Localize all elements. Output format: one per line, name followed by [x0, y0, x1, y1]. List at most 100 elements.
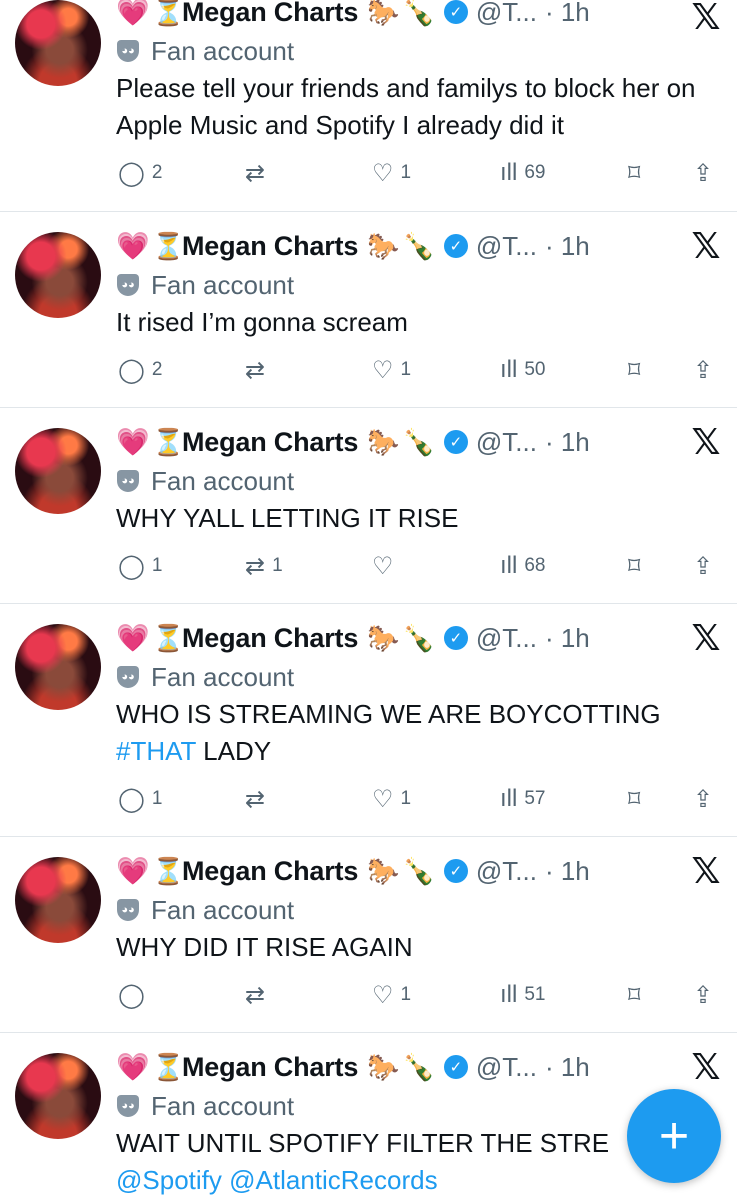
- timestamp[interactable]: · 1h: [545, 1052, 590, 1083]
- avatar[interactable]: [15, 624, 101, 710]
- bookmark-button[interactable]: ⌑: [628, 783, 647, 815]
- tweet[interactable]: 💗 ⏳ Megan Charts 🐎 🍾 ✓ @T... · 1h 𝕏 ◕◕ F…: [0, 604, 737, 836]
- hashtag-link[interactable]: #THAT: [116, 736, 196, 766]
- avatar[interactable]: [15, 0, 101, 86]
- horse-emoji: 🐎: [367, 622, 400, 653]
- tweet[interactable]: 💗 ⏳ Megan Charts 🐎 🍾 ✓ @T... · 1h 𝕏 ◕◕ F…: [0, 0, 737, 211]
- like-count: 1: [400, 359, 412, 380]
- bottle-emoji: 🍾: [402, 1051, 435, 1082]
- reply-icon: ◯: [118, 356, 145, 384]
- author-name[interactable]: Megan Charts: [182, 0, 358, 28]
- share-button[interactable]: ⇪: [693, 783, 720, 815]
- tweet[interactable]: 💗 ⏳ Megan Charts 🐎 🍾 ✓ @T... · 1h 𝕏 ◕◕ F…: [0, 837, 737, 1032]
- author-name[interactable]: Megan Charts: [182, 1052, 358, 1083]
- retweet-icon: ⇄: [245, 552, 266, 580]
- timestamp[interactable]: · 1h: [545, 427, 590, 458]
- compose-button[interactable]: +: [627, 1089, 721, 1183]
- timestamp[interactable]: · 1h: [545, 623, 590, 654]
- timestamp[interactable]: · 1h: [545, 231, 590, 262]
- avatar[interactable]: [15, 1053, 101, 1139]
- like-button[interactable]: ♡ 1: [372, 783, 411, 815]
- author-name[interactable]: Megan Charts: [182, 856, 358, 887]
- mention-link[interactable]: @Spotify: [116, 1165, 222, 1195]
- reply-button[interactable]: ◯ 1: [118, 550, 162, 582]
- timestamp[interactable]: · 1h: [545, 0, 590, 28]
- like-icon: ♡: [372, 981, 394, 1009]
- reply-button[interactable]: ◯ 2: [118, 157, 162, 189]
- retweet-button[interactable]: ⇄ 1: [245, 550, 283, 582]
- mention-link[interactable]: @AtlanticRecords: [229, 1165, 437, 1195]
- tweet-header: 💗 ⏳ Megan Charts 🐎 🍾 ✓ @T... · 1h: [116, 228, 590, 264]
- tweet[interactable]: 💗 ⏳ Megan Charts 🐎 🍾 ✓ @T... · 1h 𝕏 ◕◕ F…: [0, 408, 737, 603]
- author-handle[interactable]: @T...: [476, 856, 537, 887]
- retweet-button[interactable]: ⇄: [245, 783, 272, 815]
- like-button[interactable]: ♡ 1: [372, 354, 411, 386]
- author-handle[interactable]: @T...: [476, 231, 537, 262]
- share-icon: ⇪: [693, 552, 714, 580]
- x-logo-icon[interactable]: 𝕏: [686, 226, 726, 266]
- timestamp[interactable]: · 1h: [545, 856, 590, 887]
- author-handle[interactable]: @T...: [476, 1052, 537, 1083]
- share-icon: ⇪: [693, 159, 714, 187]
- retweet-button[interactable]: ⇄: [245, 354, 272, 386]
- tweet[interactable]: 💗 ⏳ Megan Charts 🐎 🍾 ✓ @T... · 1h 𝕏 ◕◕ F…: [0, 212, 737, 407]
- bookmark-button[interactable]: ⌑: [628, 157, 647, 189]
- verified-badge-icon: ✓: [443, 234, 468, 258]
- reply-button[interactable]: ◯ 2: [118, 354, 162, 386]
- author-name[interactable]: Megan Charts: [182, 427, 358, 458]
- x-logo-icon[interactable]: 𝕏: [686, 618, 726, 658]
- bookmark-button[interactable]: ⌑: [628, 354, 647, 386]
- share-button[interactable]: ⇪: [693, 550, 720, 582]
- retweet-button[interactable]: ⇄: [245, 979, 272, 1011]
- view-count: 68: [524, 555, 546, 576]
- retweet-icon: ⇄: [245, 981, 266, 1009]
- heart-emoji: 💗: [116, 426, 150, 457]
- view-count: 69: [524, 162, 546, 183]
- avatar[interactable]: [15, 428, 101, 514]
- heart-emoji: 💗: [116, 855, 150, 886]
- x-logo-icon[interactable]: 𝕏: [686, 851, 726, 891]
- fan-account-label: ◕◕ Fan account: [117, 35, 294, 67]
- views-button[interactable]: ıll 57: [500, 783, 545, 815]
- like-button[interactable]: ♡: [372, 550, 401, 582]
- tweet-text-part: LADY: [195, 736, 272, 766]
- like-button[interactable]: ♡ 1: [372, 979, 411, 1011]
- author-handle[interactable]: @T...: [476, 427, 537, 458]
- theater-mask-icon: ◕◕: [117, 1095, 139, 1117]
- tweet[interactable]: 💗 ⏳ Megan Charts 🐎 🍾 ✓ @T... · 1h 𝕏 ◕◕ F…: [0, 1033, 737, 1200]
- like-button[interactable]: ♡ 1: [372, 157, 411, 189]
- horse-emoji: 🐎: [367, 0, 400, 27]
- horse-emoji: 🐎: [367, 1051, 400, 1082]
- x-logo-icon[interactable]: 𝕏: [686, 1047, 726, 1087]
- reply-button[interactable]: ◯ 1: [118, 783, 162, 815]
- views-button[interactable]: ıll 50: [500, 354, 545, 386]
- x-logo-icon[interactable]: 𝕏: [686, 0, 726, 37]
- share-button[interactable]: ⇪: [693, 979, 720, 1011]
- reply-icon: ◯: [118, 159, 145, 187]
- share-button[interactable]: ⇪: [693, 157, 720, 189]
- theater-mask-icon: ◕◕: [117, 470, 139, 492]
- retweet-button[interactable]: ⇄: [245, 157, 272, 189]
- fan-account-label: ◕◕ Fan account: [117, 894, 294, 926]
- bookmark-button[interactable]: ⌑: [628, 979, 647, 1011]
- reply-button[interactable]: ◯: [118, 979, 152, 1011]
- avatar[interactable]: [15, 232, 101, 318]
- like-icon: ♡: [372, 356, 394, 384]
- author-name[interactable]: Megan Charts: [182, 231, 358, 262]
- like-icon: ♡: [372, 552, 394, 580]
- share-button[interactable]: ⇪: [693, 354, 720, 386]
- x-logo-icon[interactable]: 𝕏: [686, 422, 726, 462]
- author-handle[interactable]: @T...: [476, 0, 537, 28]
- views-button[interactable]: ıll 68: [500, 550, 545, 582]
- views-button[interactable]: ıll 69: [500, 157, 545, 189]
- bookmark-button[interactable]: ⌑: [628, 550, 647, 582]
- bookmark-icon: ⌑: [628, 356, 641, 384]
- tweet-header: 💗 ⏳ Megan Charts 🐎 🍾 ✓ @T... · 1h: [116, 1049, 590, 1085]
- label-text: Fan account: [151, 661, 295, 692]
- author-handle[interactable]: @T...: [476, 623, 537, 654]
- fan-account-label: ◕◕ Fan account: [117, 465, 294, 497]
- views-button[interactable]: ıll 51: [500, 979, 545, 1011]
- tweet-text-part: WHO IS STREAMING WE ARE BOYCOTTING: [116, 699, 661, 729]
- author-name[interactable]: Megan Charts: [182, 623, 358, 654]
- avatar[interactable]: [15, 857, 101, 943]
